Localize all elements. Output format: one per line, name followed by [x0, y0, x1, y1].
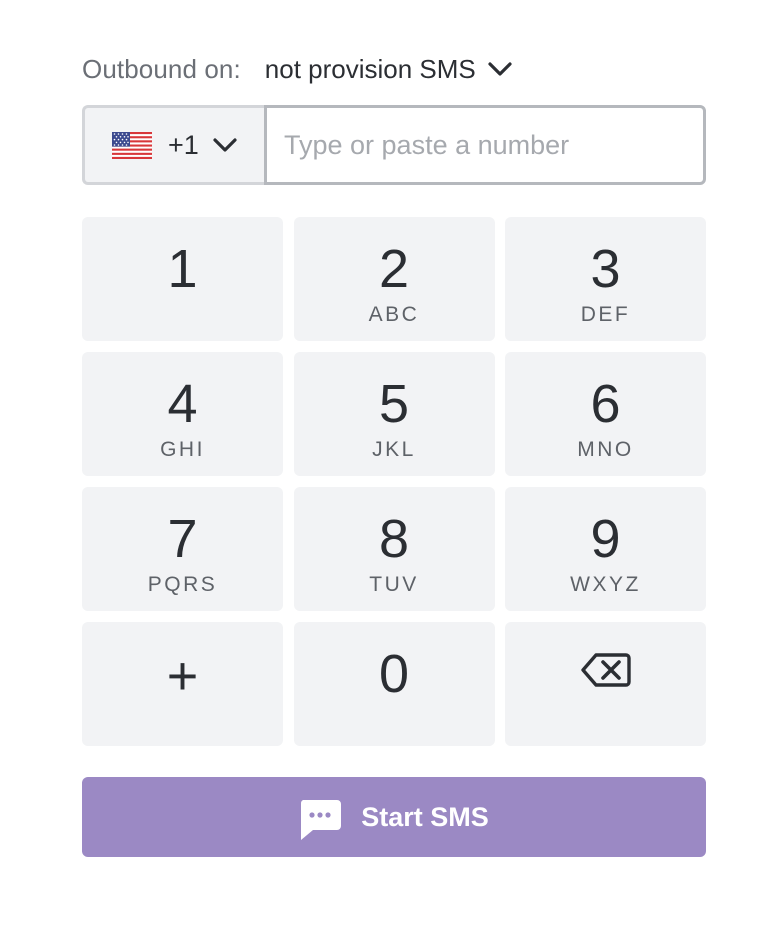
key-digit: 7 — [167, 509, 198, 569]
phone-number-input[interactable] — [264, 105, 706, 185]
key-3[interactable]: 3 DEF — [505, 217, 706, 341]
key-1[interactable]: 1 — [82, 217, 283, 341]
backspace-button[interactable] — [505, 622, 706, 746]
key-8[interactable]: 8 TUV — [293, 487, 495, 611]
outbound-number-value: not provision SMS — [264, 53, 476, 84]
key-letters: PQRS — [147, 573, 218, 596]
key-6[interactable]: 6 MNO — [505, 352, 706, 476]
key-digit: 4 — [167, 374, 198, 434]
key-letters: DEF — [580, 303, 631, 326]
chevron-down-icon — [213, 137, 237, 153]
key-letters: MNO — [577, 438, 634, 461]
key-plus[interactable]: + — [82, 622, 283, 746]
key-letters: JKL — [372, 438, 416, 461]
us-flag-icon — [112, 131, 152, 159]
key-letters: GHI — [160, 438, 205, 461]
outbound-row: Outbound on: not provision SMS — [82, 46, 512, 92]
phone-number-row: +1 — [82, 105, 706, 185]
key-5[interactable]: 5 JKL — [293, 352, 495, 476]
key-letters: WXYZ — [570, 573, 641, 596]
key-digit: 3 — [590, 239, 621, 299]
key-digit: 6 — [590, 374, 621, 434]
key-2[interactable]: 2 ABC — [293, 217, 495, 341]
key-digit: 0 — [378, 644, 410, 704]
start-sms-label: Start SMS — [361, 801, 489, 832]
sms-bubble-icon — [299, 800, 342, 840]
key-9[interactable]: 9 WXYZ — [505, 487, 706, 611]
key-0[interactable]: 0 — [293, 622, 495, 746]
country-code-select[interactable]: +1 — [82, 105, 264, 185]
key-digit: + — [166, 646, 199, 706]
outbound-label: Outbound on: — [82, 53, 241, 84]
backspace-icon — [580, 652, 631, 688]
key-letters: TUV — [369, 573, 419, 596]
outbound-number-select[interactable]: not provision SMS — [265, 54, 512, 85]
key-4[interactable]: 4 GHI — [82, 352, 283, 476]
key-digit: 5 — [378, 374, 410, 434]
key-digit: 2 — [378, 239, 410, 299]
key-digit: 1 — [167, 239, 198, 299]
chevron-down-icon — [488, 61, 512, 77]
country-code-label: +1 — [168, 129, 199, 160]
dial-keypad: 1 2 ABC 3 DEF 4 GHI 5 JKL 6 MNO 7 PQRS 8… — [82, 217, 706, 746]
key-digit: 8 — [378, 509, 410, 569]
start-sms-button[interactable]: Start SMS — [82, 777, 706, 857]
key-7[interactable]: 7 PQRS — [82, 487, 283, 611]
key-digit: 9 — [590, 509, 621, 569]
key-letters: ABC — [368, 303, 420, 326]
